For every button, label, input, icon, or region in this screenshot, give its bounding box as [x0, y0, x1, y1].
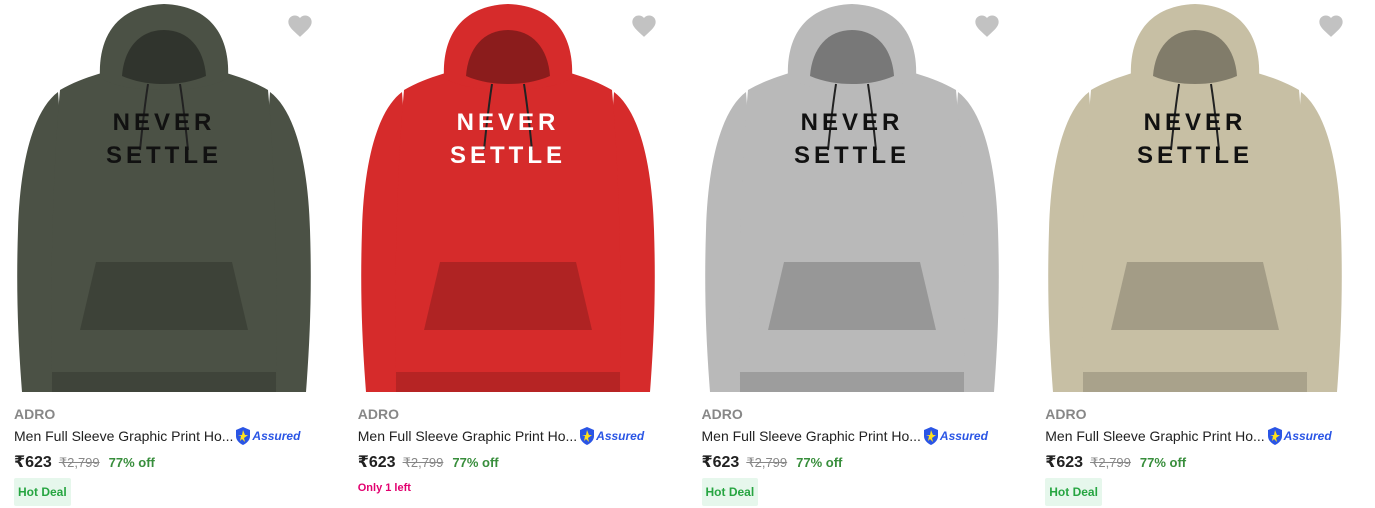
hoodie-image: NEVER SETTLE [704, 4, 999, 392]
selling-price: ₹623 [701, 454, 740, 471]
selling-price: ₹623 [357, 454, 396, 471]
brand-name: ADRO [701, 406, 743, 422]
product-title[interactable]: Men Full Sleeve Graphic Print Ho... [14, 427, 233, 445]
product-card[interactable]: NEVER SETTLE ADRO Men Full Sleeve Graphi… [344, 0, 688, 506]
svg-text:SETTLE: SETTLE [1137, 142, 1253, 169]
product-image[interactable]: NEVER SETTLE [702, 0, 1002, 398]
product-grid: NEVER SETTLE ADRO Men Full Sleeve Graphi… [0, 0, 1375, 506]
shield-icon [580, 427, 595, 445]
original-price: ₹2,799 [402, 455, 444, 470]
svg-text:NEVER: NEVER [800, 109, 903, 136]
deal-tag: Hot Deal [1045, 478, 1102, 506]
hoodie-image: NEVER SETTLE [360, 4, 655, 392]
product-image[interactable]: NEVER SETTLE [14, 0, 314, 398]
brand-name: ADRO [14, 406, 56, 422]
svg-text:SETTLE: SETTLE [106, 142, 222, 169]
hoodie-image: NEVER SETTLE [1048, 4, 1343, 392]
svg-text:NEVER: NEVER [1144, 109, 1247, 136]
product-image[interactable]: NEVER SETTLE [358, 0, 658, 398]
shield-icon [236, 427, 251, 445]
original-price: ₹2,799 [58, 455, 100, 470]
discount-percent: 77% off [452, 455, 499, 470]
assured-label: Assured [252, 429, 301, 443]
assured-label: Assured [1283, 429, 1332, 443]
assured-badge: Assured [579, 427, 644, 445]
deal-tag: Only 1 left [357, 482, 411, 494]
product-title[interactable]: Men Full Sleeve Graphic Print Ho... [1045, 427, 1264, 445]
original-price: ₹2,799 [1090, 455, 1131, 470]
discount-percent: 77% off [108, 455, 155, 470]
brand-name: ADRO [1045, 406, 1087, 422]
assured-label: Assured [596, 429, 645, 443]
brand-name: ADRO [357, 406, 399, 422]
discount-percent: 77% off [796, 455, 843, 470]
product-title[interactable]: Men Full Sleeve Graphic Print Ho... [358, 427, 577, 445]
original-price: ₹2,799 [746, 455, 788, 470]
svg-text:SETTLE: SETTLE [450, 142, 566, 169]
assured-badge: Assured [235, 427, 300, 445]
product-title[interactable]: Men Full Sleeve Graphic Print Ho... [702, 427, 921, 445]
svg-text:NEVER: NEVER [113, 109, 216, 136]
hoodie-image: NEVER SETTLE [17, 4, 311, 392]
product-card[interactable]: NEVER SETTLE ADRO Men Full Sleeve Graphi… [0, 0, 344, 506]
product-image[interactable]: NEVER SETTLE [1045, 0, 1345, 398]
shield-icon [1267, 427, 1282, 445]
deal-tag: Hot Deal [14, 478, 71, 506]
shield-icon [923, 427, 938, 445]
selling-price: ₹623 [14, 454, 52, 471]
product-card[interactable]: NEVER SETTLE ADRO Men Full Sleeve Graphi… [688, 0, 1032, 506]
assured-badge: Assured [923, 427, 988, 445]
deal-tag: Hot Deal [701, 478, 759, 506]
assured-label: Assured [939, 429, 988, 443]
svg-text:NEVER: NEVER [456, 109, 559, 136]
discount-percent: 77% off [1139, 455, 1187, 470]
assured-badge: Assured [1267, 427, 1332, 445]
selling-price: ₹623 [1045, 454, 1084, 471]
svg-text:SETTLE: SETTLE [793, 142, 909, 169]
product-card[interactable]: NEVER SETTLE ADRO Men Full Sleeve Graphi… [1031, 0, 1375, 506]
